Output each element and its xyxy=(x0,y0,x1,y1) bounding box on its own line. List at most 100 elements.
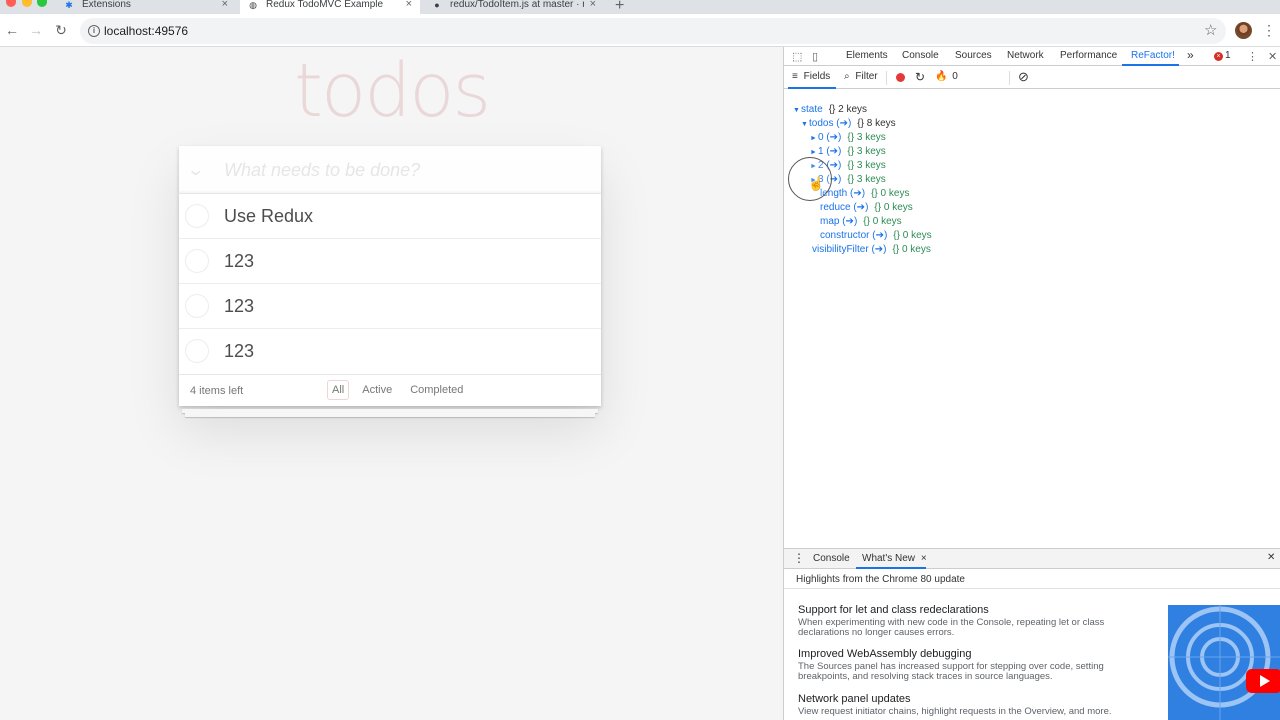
tree-row[interactable]: ►0 (➔) {} 3 keys xyxy=(810,132,886,144)
flame-icon: 🔥 xyxy=(935,71,948,82)
tab-performance[interactable]: Performance xyxy=(1060,50,1117,61)
tab-elements[interactable]: Elements xyxy=(846,50,888,61)
todo-label[interactable]: 123 xyxy=(224,296,254,317)
filter-button[interactable]: ⌕ Filter xyxy=(844,71,878,82)
close-drawer-icon[interactable]: ✕ xyxy=(1267,552,1275,563)
refresh-icon[interactable]: ↻ xyxy=(915,70,925,84)
toggle-all-chevron-icon[interactable]: ⌄ xyxy=(186,160,205,180)
tree-row[interactable]: constructor (➔) {} 0 keys xyxy=(820,230,932,242)
filter-all[interactable]: All xyxy=(327,380,350,400)
active-tab-indicator xyxy=(1122,64,1179,66)
news-title[interactable]: Improved WebAssembly debugging xyxy=(798,648,1143,660)
address-bar[interactable]: i localhost:49576 ☆ xyxy=(80,18,1226,44)
todo-label[interactable]: 123 xyxy=(224,251,254,272)
close-tab-icon[interactable]: × xyxy=(590,0,596,10)
devtools-panel: ⬚ ▯ Elements Console Sources Network Per… xyxy=(783,47,1280,720)
tree-meta: {} 3 keys xyxy=(847,174,886,185)
tab-redux-todomvc[interactable]: ◍ Redux TodoMVC Example × xyxy=(240,0,420,14)
close-tab-icon[interactable]: × xyxy=(406,0,412,10)
tab-console[interactable]: Console xyxy=(902,50,939,61)
close-tab-icon[interactable]: × xyxy=(222,0,228,10)
tab-extensions[interactable]: ✱ Extensions × xyxy=(56,0,236,14)
tree-key: reduce (➔) xyxy=(820,202,869,213)
filter-active[interactable]: Active xyxy=(357,380,397,400)
todo-item[interactable]: 123 xyxy=(179,329,601,374)
maximize-window-button[interactable] xyxy=(37,0,47,7)
expand-arrow-icon[interactable]: ► xyxy=(810,133,818,145)
todo-item[interactable]: Use Redux xyxy=(179,194,601,239)
record-button[interactable] xyxy=(896,73,905,82)
close-devtools-icon[interactable]: ✕ xyxy=(1268,50,1277,63)
filter-list: All Active Completed xyxy=(323,380,472,400)
fields-active-indicator xyxy=(788,87,836,89)
tree-row[interactable]: ▼todos (➔) {} 8 keys xyxy=(801,118,896,130)
tab-github-todoitem[interactable]: ● redux/TodoItem.js at master · r × xyxy=(424,0,604,14)
close-window-button[interactable] xyxy=(6,0,16,7)
clear-icon[interactable]: ⊘ xyxy=(1018,69,1029,85)
tree-row[interactable]: reduce (➔) {} 0 keys xyxy=(820,202,913,214)
todomvc-page: todos ⌄ Use Redux 123 123 123 4 items le… xyxy=(0,48,783,720)
back-button[interactable]: ← xyxy=(4,22,20,38)
news-item[interactable]: Network panel updates View request initi… xyxy=(798,693,1143,717)
tree-row[interactable]: visibilityFilter (➔) {} 0 keys xyxy=(812,244,931,256)
new-tab-button[interactable]: + xyxy=(615,0,624,15)
tree-meta: {} 0 keys xyxy=(892,244,931,255)
todo-label[interactable]: Use Redux xyxy=(224,206,313,227)
drawer-tab-whats-new[interactable]: What's New × xyxy=(862,553,927,564)
news-title[interactable]: Support for let and class redeclarations xyxy=(798,604,1143,616)
page-title: todos xyxy=(293,48,491,134)
tree-row[interactable]: length (➔){} 0 keys xyxy=(820,188,909,200)
browser-menu-icon[interactable]: ⋮ xyxy=(1262,22,1276,39)
profile-avatar[interactable] xyxy=(1235,22,1252,39)
expand-arrow-icon[interactable]: ▼ xyxy=(801,119,809,131)
tree-meta: {} 0 keys xyxy=(863,216,902,227)
tab-sources[interactable]: Sources xyxy=(955,50,992,61)
forward-button[interactable]: → xyxy=(28,22,44,38)
info-icon[interactable]: i xyxy=(88,25,100,37)
devtools-tabbar: ⬚ ▯ Elements Console Sources Network Per… xyxy=(784,47,1280,66)
tree-meta: {} 0 keys xyxy=(874,202,913,213)
close-tab-icon[interactable]: × xyxy=(921,553,927,564)
fields-button[interactable]: ≡ Fields xyxy=(792,71,830,82)
tree-row[interactable]: map (➔) {} 0 keys xyxy=(820,216,902,228)
todo-item[interactable]: 123 xyxy=(179,239,601,284)
todo-checkbox[interactable] xyxy=(185,249,209,273)
toolbar-divider xyxy=(1009,71,1010,85)
todo-item[interactable]: 123 xyxy=(179,284,601,329)
fire-counter[interactable]: 🔥 0 xyxy=(935,71,958,82)
drawer-tab-console[interactable]: Console xyxy=(813,553,850,564)
inspect-element-icon[interactable]: ⬚ xyxy=(792,50,802,63)
tree-row[interactable]: ►1 (➔){} 3 keys xyxy=(810,146,886,158)
expand-arrow-icon[interactable]: ▼ xyxy=(793,105,801,117)
drawer-menu-icon[interactable]: ⋮ xyxy=(793,551,805,565)
device-toolbar-icon[interactable]: ▯ xyxy=(812,50,818,63)
filter-completed[interactable]: Completed xyxy=(405,380,468,400)
more-tabs-button[interactable]: » xyxy=(1187,48,1194,62)
tree-meta: {} 3 keys xyxy=(847,132,886,143)
youtube-play-icon[interactable] xyxy=(1246,669,1280,693)
refactor-toolbar: ≡ Fields ⌕ Filter ↻ 🔥 0 ⊘ xyxy=(784,67,1280,89)
todo-app: ⌄ Use Redux 123 123 123 4 items left All… xyxy=(179,146,601,406)
todo-checkbox[interactable] xyxy=(185,339,209,363)
new-todo-input[interactable] xyxy=(224,146,584,194)
minimize-window-button[interactable] xyxy=(22,0,32,7)
error-badge[interactable]: × 1 xyxy=(1214,50,1231,61)
todo-label[interactable]: 123 xyxy=(224,341,254,362)
todo-checkbox[interactable] xyxy=(185,294,209,318)
bookmark-star-icon[interactable]: ☆ xyxy=(1204,21,1217,39)
tree-key: visibilityFilter (➔) xyxy=(812,244,887,255)
reload-button[interactable]: ↻ xyxy=(53,22,69,38)
news-item[interactable]: Improved WebAssembly debugging The Sourc… xyxy=(798,648,1143,682)
tree-meta: {} 0 keys xyxy=(871,188,910,199)
news-title[interactable]: Network panel updates xyxy=(798,693,1143,705)
chrome-update-video-thumbnail[interactable] xyxy=(1168,605,1280,720)
search-icon: ⌕ xyxy=(844,71,850,82)
devtools-menu-icon[interactable]: ⋮ xyxy=(1247,50,1258,63)
tab-refactor[interactable]: ReFactor! xyxy=(1131,50,1175,61)
tree-row[interactable]: ▼state {} 2 keys xyxy=(793,104,867,116)
tab-network[interactable]: Network xyxy=(1007,50,1044,61)
todo-checkbox[interactable] xyxy=(185,204,209,228)
news-item[interactable]: Support for let and class redeclarations… xyxy=(798,604,1143,638)
news-description: The Sources panel has increased support … xyxy=(798,661,1104,682)
list-lines-icon: ≡ xyxy=(792,71,798,82)
